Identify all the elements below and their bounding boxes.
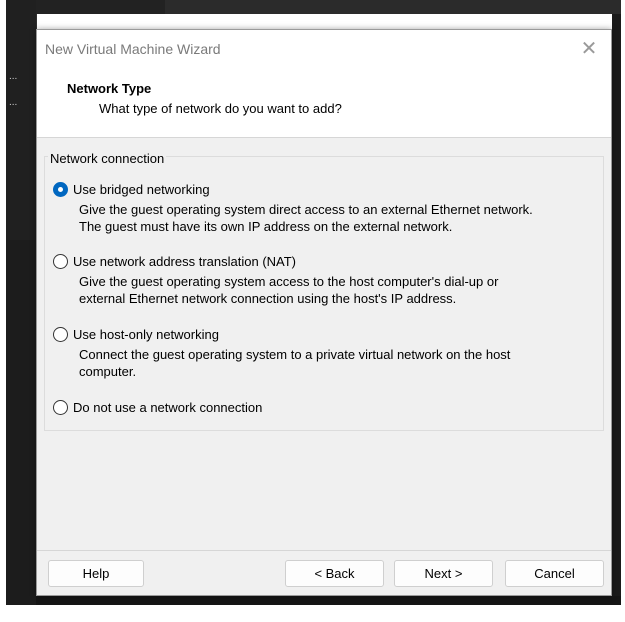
option-label[interactable]: Use bridged networking (73, 182, 210, 197)
background-right-panel (612, 14, 621, 605)
background-top-bar-right (165, 0, 621, 14)
description-line: computer. (79, 364, 137, 379)
group-label: Network connection (48, 151, 167, 166)
wizard-dialog: New Virtual Machine Wizard ✕ Network Typ… (36, 29, 612, 596)
back-button[interactable]: < Back (285, 560, 384, 587)
help-button[interactable]: Help (48, 560, 144, 587)
description-line: Give the guest operating system access t… (79, 274, 499, 289)
option-description: Give the guest operating system direct a… (79, 201, 533, 235)
page-subtitle: What type of network do you want to add? (99, 101, 342, 116)
background-truncated-text: ... (9, 71, 18, 82)
radio-no-network[interactable] (53, 400, 68, 415)
dialog-titlebar: New Virtual Machine Wizard ✕ (37, 30, 611, 69)
cancel-button[interactable]: Cancel (505, 560, 604, 587)
radio-bridged[interactable] (53, 182, 68, 197)
next-button[interactable]: Next > (394, 560, 493, 587)
page-title: Network Type (67, 81, 152, 96)
dialog-title: New Virtual Machine Wizard (45, 41, 221, 57)
description-line: external Ethernet network connection usi… (79, 291, 457, 306)
option-description: Give the guest operating system access t… (79, 273, 498, 307)
background-left-strip (6, 0, 37, 240)
wizard-header: Network Type What type of network do you… (37, 69, 611, 138)
background-truncated-text: ... (9, 97, 18, 108)
option-description: Connect the guest operating system to a … (79, 346, 510, 380)
description-line: Give the guest operating system direct a… (79, 202, 533, 217)
footer-divider (37, 550, 611, 551)
description-line: The guest must have its own IP address o… (79, 219, 453, 234)
option-label[interactable]: Use host-only networking (73, 327, 219, 342)
radio-host-only[interactable] (53, 327, 68, 342)
close-icon[interactable]: ✕ (575, 36, 603, 62)
radio-nat[interactable] (53, 254, 68, 269)
option-label[interactable]: Use network address translation (NAT) (73, 254, 296, 269)
background-bottom-bar (36, 596, 621, 605)
option-label[interactable]: Do not use a network connection (73, 400, 262, 415)
description-line: Connect the guest operating system to a … (79, 347, 511, 362)
